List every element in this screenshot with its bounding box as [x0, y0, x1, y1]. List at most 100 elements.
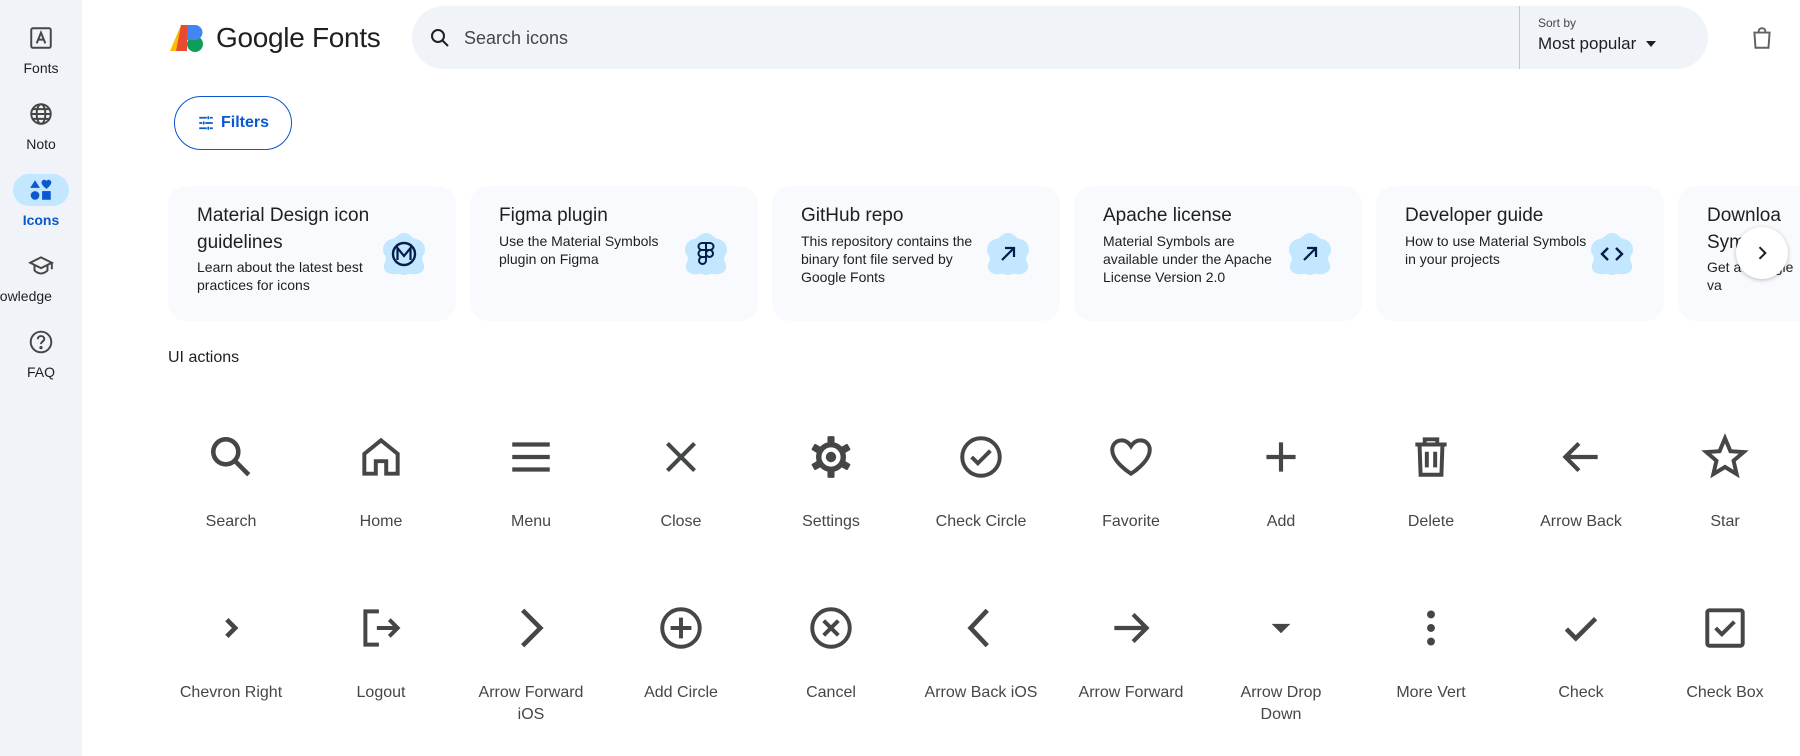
icon-tile-home[interactable]: Home [306, 427, 456, 533]
code-icon [1588, 230, 1636, 278]
icon-label: Logout [356, 684, 406, 701]
icon-tile-settings[interactable]: Settings [756, 427, 906, 533]
globe-icon [13, 98, 69, 130]
icon-tile-menu[interactable]: Menu [456, 427, 606, 533]
close-icon [651, 427, 711, 487]
icon-tile-close[interactable]: Close [606, 427, 756, 533]
card-figma-plugin[interactable]: Figma plugin Use the Material Symbols pl… [470, 186, 758, 321]
star-icon [1695, 427, 1755, 487]
add-icon [1251, 427, 1311, 487]
icon-label: Arrow Back [1540, 513, 1622, 530]
icon-label: Chevron Right [179, 684, 283, 701]
chevron-right-icon [1758, 246, 1767, 260]
icon-tile-star[interactable]: Star [1650, 427, 1800, 533]
google-fonts-logo[interactable]: Google Fonts [170, 22, 381, 54]
icon-label: Close [660, 513, 702, 530]
icon-label: Add [1266, 513, 1296, 530]
home-icon [351, 427, 411, 487]
divider [1519, 6, 1520, 69]
card-title: Figma plugin [499, 205, 608, 226]
material-m-icon [380, 230, 428, 278]
icon-tile-logout[interactable]: Logout [306, 598, 456, 704]
icon-tile-search[interactable]: Search [156, 427, 306, 533]
filters-button[interactable]: Filters [174, 96, 292, 150]
icon-tile-arrow-forward-ios[interactable]: Arrow Forward iOS [456, 598, 606, 726]
card-developer-guide[interactable]: Developer guide How to use Material Symb… [1376, 186, 1664, 321]
rail-item-knowledge[interactable]: nowledge [0, 250, 82, 304]
card-description: How to use Material Symbols in your proj… [1405, 233, 1587, 267]
card-github-repo[interactable]: GitHub repo This repository contains the… [772, 186, 1060, 321]
icon-tile-cancel[interactable]: Cancel [756, 598, 906, 704]
rail-label: nowledge [0, 288, 52, 304]
logout-icon [351, 598, 411, 658]
icon-label: Favorite [1102, 513, 1160, 530]
rail-label: Noto [26, 136, 56, 152]
rail-item-faq[interactable]: FAQ [0, 326, 82, 380]
carousel-next-button[interactable] [1736, 227, 1788, 279]
icon-tile-arrow-back[interactable]: Arrow Back [1506, 427, 1656, 533]
icon-tile-arrow-drop-down[interactable]: Arrow Drop Down [1206, 598, 1356, 726]
sort-dropdown[interactable]: Sort by Most popular [1538, 16, 1698, 54]
delete-icon [1401, 427, 1461, 487]
icon-tile-add[interactable]: Add [1206, 427, 1356, 533]
favorite-icon [1101, 427, 1161, 487]
icon-tile-chevron-right[interactable]: Chevron Right [156, 598, 306, 704]
arrow-drop-down-icon [1646, 41, 1657, 47]
search-input[interactable] [464, 24, 1464, 52]
icon-tile-arrow-back-ios[interactable]: Arrow Back iOS [906, 598, 1056, 704]
settings-icon [801, 427, 861, 487]
card-description: This repository contains the binary font… [801, 233, 973, 285]
card-description: Use the Material Symbols plugin on Figma [499, 233, 659, 267]
rail-item-icons[interactable]: Icons [0, 174, 82, 228]
sort-value: Most popular [1538, 34, 1637, 53]
card-title: Material Design icon guidelines [197, 205, 370, 253]
icon-label: Arrow Forward iOS [478, 684, 584, 723]
arrow-back-ios-icon [951, 598, 1011, 658]
arrow-forward-ios-icon [501, 598, 561, 658]
icon-tile-favorite[interactable]: Favorite [1056, 427, 1206, 533]
logo-text: Google Fonts [216, 22, 381, 53]
arrow-drop-down-icon [1251, 598, 1311, 658]
icon-label: Settings [802, 513, 860, 530]
arrow-outward-icon [984, 230, 1032, 278]
icon-label: Search [205, 513, 257, 530]
icon-label: More Vert [1396, 684, 1466, 701]
icon-label: Menu [510, 513, 552, 530]
menu-icon [501, 427, 561, 487]
icon-label: Add Circle [644, 684, 718, 701]
chevron-right-icon [201, 598, 261, 658]
icon-tile-arrow-forward[interactable]: Arrow Forward [1056, 598, 1206, 704]
icon-tile-add-circle[interactable]: Add Circle [606, 598, 756, 704]
navigation-rail: Fonts Noto Icons nowledge FAQ [0, 0, 82, 756]
rail-item-fonts[interactable]: Fonts [0, 22, 82, 76]
more-vert-icon [1401, 598, 1461, 658]
icon-tile-check-box[interactable]: Check Box [1650, 598, 1800, 704]
rail-label: FAQ [26, 364, 55, 380]
icon-label: Star [1710, 513, 1740, 530]
icon-tile-check-circle[interactable]: Check Circle [906, 427, 1056, 533]
icon-tile-check[interactable]: Check [1506, 598, 1656, 704]
icon-tile-delete[interactable]: Delete [1356, 427, 1506, 533]
rail-item-noto[interactable]: Noto [0, 98, 82, 152]
search-icon [201, 427, 261, 487]
font-icon [13, 22, 69, 54]
arrow-forward-icon [1101, 598, 1161, 658]
card-material-guidelines[interactable]: Material Design icon guidelines Learn ab… [168, 186, 456, 321]
card-apache-license[interactable]: Apache license Material Symbols are avai… [1074, 186, 1362, 321]
icon-label: Delete [1407, 513, 1455, 530]
shopping-bag-icon[interactable] [1749, 25, 1775, 56]
section-title: UI actions [168, 349, 240, 366]
card-title: GitHub repo [801, 205, 904, 226]
resource-cards: Material Design icon guidelines Learn ab… [168, 186, 1800, 322]
icon-label: Arrow Forward [1078, 684, 1184, 701]
check-box-icon [1695, 598, 1755, 658]
icon-tile-more-vert[interactable]: More Vert [1356, 598, 1506, 704]
figma-icon [682, 230, 730, 278]
add-circle-icon [651, 598, 711, 658]
arrow-back-icon [1551, 427, 1611, 487]
shapes-icon [13, 174, 69, 206]
cancel-icon [801, 598, 861, 658]
rail-label: Icons [22, 212, 60, 228]
icon-label: Arrow Back iOS [924, 684, 1038, 701]
google-fonts-mark-icon [170, 25, 203, 52]
